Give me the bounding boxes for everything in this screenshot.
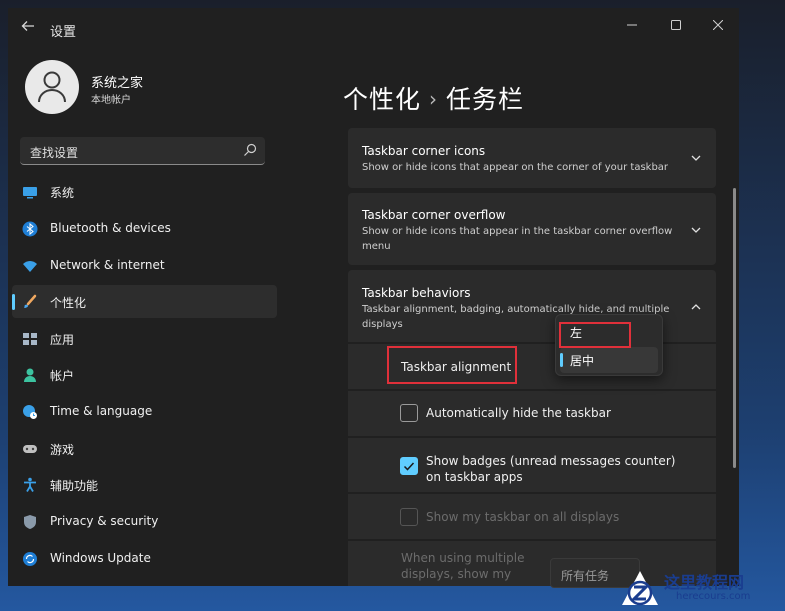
maximize-button[interactable] xyxy=(656,14,696,40)
card-title: Taskbar corner overflow xyxy=(362,208,506,222)
watermark-title: 这里教程网 xyxy=(664,573,745,592)
badges-checkbox[interactable] xyxy=(400,457,418,475)
sidebar-item-system[interactable]: 系统 xyxy=(12,175,277,208)
shield-icon xyxy=(24,515,36,529)
sidebar-item-accounts[interactable]: 帐户 xyxy=(12,358,277,391)
sidebar-item-label: Time & language xyxy=(50,404,153,418)
sidebar-item-gaming[interactable]: 游戏 xyxy=(12,432,277,465)
search-placeholder: 查找设置 xyxy=(30,146,79,160)
sidebar-item-label: 游戏 xyxy=(50,443,75,457)
watermark-url: herecours.com xyxy=(676,591,751,602)
breadcrumb-separator: › xyxy=(429,87,439,111)
back-arrow-icon[interactable] xyxy=(18,18,38,38)
chevron-down-icon[interactable] xyxy=(690,224,702,236)
settings-window: 设置 系统之家 本地帐户 查找设置 系统 Bluetooth & devices… xyxy=(8,8,739,586)
globe-clock-icon xyxy=(23,405,37,419)
option-label: 居中 xyxy=(570,354,595,368)
multiple-displays-label: When using multiple displays, show my xyxy=(401,551,525,581)
badges-row[interactable]: Show badges (unread messages counter) on… xyxy=(348,438,716,492)
update-icon xyxy=(23,552,37,566)
sidebar-item-label: 辅助功能 xyxy=(50,479,99,493)
sidebar-item-personalization[interactable]: 个性化 xyxy=(12,285,277,318)
card-description: Show or hide icons that appear in the ta… xyxy=(362,226,673,252)
minimize-button[interactable] xyxy=(612,14,652,40)
sidebar-item-windows-update[interactable]: Windows Update xyxy=(12,542,277,575)
sidebar-item-label: 帐户 xyxy=(50,369,75,383)
auto-hide-label: Automatically hide the taskbar xyxy=(426,406,611,420)
window-title: 设置 xyxy=(50,25,77,40)
gamepad-icon xyxy=(23,445,37,453)
sidebar-item-label: Privacy & security xyxy=(50,514,159,528)
profile-name: 系统之家 xyxy=(91,76,144,91)
wifi-icon xyxy=(23,261,37,272)
sidebar-item-network[interactable]: Network & internet xyxy=(12,249,277,282)
all-displays-checkbox xyxy=(400,508,418,526)
watermark: 这里教程网 herecours.com xyxy=(618,563,785,611)
accessibility-icon xyxy=(24,477,36,492)
close-button[interactable] xyxy=(698,14,738,40)
selection-indicator xyxy=(560,353,563,367)
alignment-option-center[interactable]: 居中 xyxy=(560,347,658,373)
card-title: Taskbar behaviors xyxy=(362,286,471,300)
sidebar-item-privacy[interactable]: Privacy & security xyxy=(12,505,277,538)
corner-overflow-card[interactable]: Taskbar corner overflow Show or hide ico… xyxy=(348,193,716,265)
card-description: Show or hide icons that appear on the co… xyxy=(362,162,669,173)
combo-value: 所有任务 xyxy=(561,569,610,583)
auto-hide-checkbox[interactable] xyxy=(400,404,418,422)
brush-icon xyxy=(24,294,37,308)
sidebar-item-accessibility[interactable]: 辅助功能 xyxy=(12,468,277,501)
breadcrumb-parent[interactable]: 个性化 xyxy=(343,85,421,114)
search-input[interactable]: 查找设置 xyxy=(20,137,265,165)
search-icon xyxy=(244,143,257,156)
check-icon xyxy=(403,462,415,471)
card-title: Taskbar corner icons xyxy=(362,144,486,158)
auto-hide-row[interactable]: Automatically hide the taskbar xyxy=(348,391,716,436)
all-displays-row: Show my taskbar on all displays xyxy=(348,494,716,539)
sidebar-item-label: Bluetooth & devices xyxy=(50,221,171,235)
sidebar-item-label: Windows Update xyxy=(50,551,151,565)
avatar[interactable] xyxy=(25,60,79,114)
chevron-up-icon[interactable] xyxy=(690,301,702,313)
scrollbar[interactable] xyxy=(733,188,736,468)
sidebar-item-label: 系统 xyxy=(50,186,75,200)
all-displays-label: Show my taskbar on all displays xyxy=(426,510,620,524)
sidebar-item-time-language[interactable]: Time & language xyxy=(12,395,277,428)
sidebar-item-label: 应用 xyxy=(50,333,75,347)
highlight-box xyxy=(559,322,631,348)
bluetooth-icon xyxy=(22,221,38,237)
person-icon xyxy=(24,368,36,382)
selection-indicator xyxy=(12,294,15,310)
badges-label: Show badges (unread messages counter) on… xyxy=(426,454,676,484)
chevron-down-icon[interactable] xyxy=(690,152,702,164)
apps-icon xyxy=(23,333,37,345)
title-bar: 设置 xyxy=(8,8,739,48)
monitor-icon xyxy=(23,187,37,199)
sidebar-item-label: 个性化 xyxy=(50,296,87,310)
highlight-box xyxy=(387,346,517,384)
breadcrumb: 个性化 › 任务栏 xyxy=(343,80,524,116)
sidebar-item-apps[interactable]: 应用 xyxy=(12,322,277,355)
page-title: 任务栏 xyxy=(446,85,525,114)
sidebar-item-label: Network & internet xyxy=(50,258,165,272)
corner-icons-card[interactable]: Taskbar corner icons Show or hide icons … xyxy=(348,128,716,188)
site-logo-icon xyxy=(622,571,658,606)
sidebar-item-bluetooth[interactable]: Bluetooth & devices xyxy=(12,212,277,245)
profile-account-type: 本地帐户 xyxy=(91,95,131,106)
